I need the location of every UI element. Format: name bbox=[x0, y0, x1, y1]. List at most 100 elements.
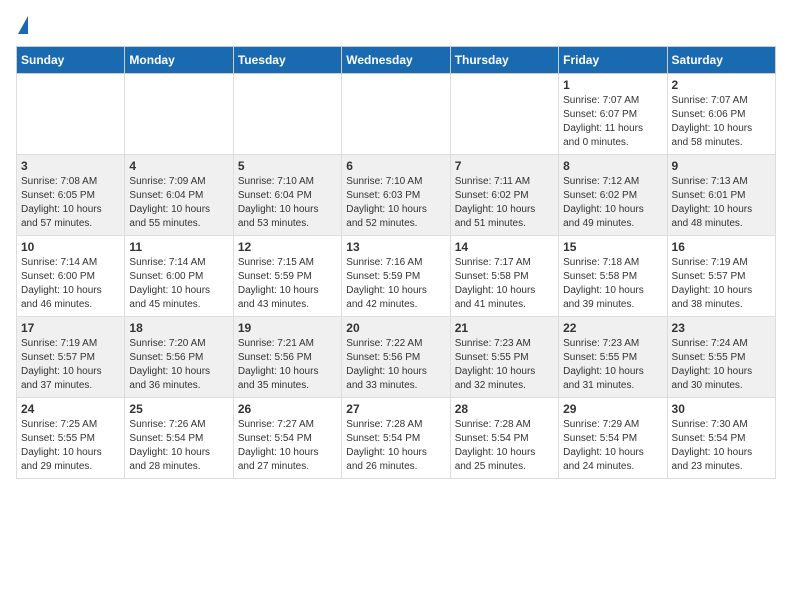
calendar-cell: 3 Sunrise: 7:08 AM Sunset: 6:05 PM Daylig… bbox=[17, 155, 125, 236]
weekday-header-cell: Thursday bbox=[450, 47, 558, 74]
calendar-cell: 9 Sunrise: 7:13 AM Sunset: 6:01 PM Daylig… bbox=[667, 155, 775, 236]
page-header bbox=[16, 16, 776, 34]
calendar-cell: 22 Sunrise: 7:23 AM Sunset: 5:55 PM Dayli… bbox=[559, 317, 667, 398]
day-info: Sunrise: 7:24 AM Sunset: 5:55 PM Dayligh… bbox=[672, 337, 771, 393]
calendar-cell: 8Sunrise: 7:12 AM Sunset: 6:02 PM Daylig… bbox=[559, 155, 667, 236]
weekday-header-cell: Friday bbox=[559, 47, 667, 74]
day-number: 18 bbox=[129, 321, 228, 335]
day-number: 22 bbox=[563, 321, 662, 335]
day-info: Sunrise: 7:10 AM Sunset: 6:04 PM Dayligh… bbox=[238, 175, 337, 231]
calendar-body: 1 Sunrise: 7:07 AM Sunset: 6:07 PM Daylig… bbox=[17, 74, 776, 479]
day-number: 29 bbox=[563, 402, 662, 416]
day-number: 16 bbox=[672, 240, 771, 254]
calendar-cell: 2 Sunrise: 7:07 AM Sunset: 6:06 PM Daylig… bbox=[667, 74, 775, 155]
calendar-cell bbox=[342, 74, 450, 155]
calendar-cell bbox=[233, 74, 341, 155]
day-number: 11 bbox=[129, 240, 228, 254]
day-info: Sunrise: 7:28 AM Sunset: 5:54 PM Dayligh… bbox=[346, 418, 445, 474]
calendar-cell: 4 Sunrise: 7:09 AM Sunset: 6:04 PM Daylig… bbox=[125, 155, 233, 236]
day-number: 19 bbox=[238, 321, 337, 335]
calendar-cell bbox=[125, 74, 233, 155]
calendar-week-row: 24Sunrise: 7:25 AM Sunset: 5:55 PM Dayli… bbox=[17, 398, 776, 479]
calendar-week-row: 17 Sunrise: 7:19 AM Sunset: 5:57 PM Dayli… bbox=[17, 317, 776, 398]
calendar-cell bbox=[17, 74, 125, 155]
day-info: Sunrise: 7:22 AM Sunset: 5:56 PM Dayligh… bbox=[346, 337, 445, 393]
day-number: 23 bbox=[672, 321, 771, 335]
calendar-cell: 20Sunrise: 7:22 AM Sunset: 5:56 PM Dayli… bbox=[342, 317, 450, 398]
calendar-cell: 10Sunrise: 7:14 AM Sunset: 6:00 PM Dayli… bbox=[17, 236, 125, 317]
day-number: 17 bbox=[21, 321, 120, 335]
day-number: 12 bbox=[238, 240, 337, 254]
calendar-cell: 17 Sunrise: 7:19 AM Sunset: 5:57 PM Dayli… bbox=[17, 317, 125, 398]
calendar-cell: 21Sunrise: 7:23 AM Sunset: 5:55 PM Dayli… bbox=[450, 317, 558, 398]
calendar-cell: 7 Sunrise: 7:11 AM Sunset: 6:02 PM Daylig… bbox=[450, 155, 558, 236]
day-info: Sunrise: 7:11 AM Sunset: 6:02 PM Dayligh… bbox=[455, 175, 554, 231]
day-info: Sunrise: 7:14 AM Sunset: 6:00 PM Dayligh… bbox=[129, 256, 228, 312]
calendar-cell: 30 Sunrise: 7:30 AM Sunset: 5:54 PM Dayli… bbox=[667, 398, 775, 479]
day-info: Sunrise: 7:07 AM Sunset: 6:06 PM Dayligh… bbox=[672, 94, 771, 150]
day-number: 2 bbox=[672, 78, 771, 92]
day-number: 24 bbox=[21, 402, 120, 416]
day-number: 27 bbox=[346, 402, 445, 416]
calendar-cell: 24Sunrise: 7:25 AM Sunset: 5:55 PM Dayli… bbox=[17, 398, 125, 479]
day-info: Sunrise: 7:20 AM Sunset: 5:56 PM Dayligh… bbox=[129, 337, 228, 393]
calendar-cell: 12 Sunrise: 7:15 AM Sunset: 5:59 PM Dayli… bbox=[233, 236, 341, 317]
calendar-cell: 13 Sunrise: 7:16 AM Sunset: 5:59 PM Dayli… bbox=[342, 236, 450, 317]
day-info: Sunrise: 7:14 AM Sunset: 6:00 PM Dayligh… bbox=[21, 256, 120, 312]
day-info: Sunrise: 7:07 AM Sunset: 6:07 PM Dayligh… bbox=[563, 94, 662, 150]
day-info: Sunrise: 7:08 AM Sunset: 6:05 PM Dayligh… bbox=[21, 175, 120, 231]
day-info: Sunrise: 7:19 AM Sunset: 5:57 PM Dayligh… bbox=[672, 256, 771, 312]
day-number: 7 bbox=[455, 159, 554, 173]
calendar-cell: 28Sunrise: 7:28 AM Sunset: 5:54 PM Dayli… bbox=[450, 398, 558, 479]
day-number: 9 bbox=[672, 159, 771, 173]
calendar-table: SundayMondayTuesdayWednesdayThursdayFrid… bbox=[16, 46, 776, 479]
day-info: Sunrise: 7:23 AM Sunset: 5:55 PM Dayligh… bbox=[563, 337, 662, 393]
day-info: Sunrise: 7:09 AM Sunset: 6:04 PM Dayligh… bbox=[129, 175, 228, 231]
day-number: 1 bbox=[563, 78, 662, 92]
day-number: 21 bbox=[455, 321, 554, 335]
calendar-week-row: 10Sunrise: 7:14 AM Sunset: 6:00 PM Dayli… bbox=[17, 236, 776, 317]
calendar-cell: 1 Sunrise: 7:07 AM Sunset: 6:07 PM Daylig… bbox=[559, 74, 667, 155]
calendar-week-row: 1 Sunrise: 7:07 AM Sunset: 6:07 PM Daylig… bbox=[17, 74, 776, 155]
day-info: Sunrise: 7:15 AM Sunset: 5:59 PM Dayligh… bbox=[238, 256, 337, 312]
weekday-header-row: SundayMondayTuesdayWednesdayThursdayFrid… bbox=[17, 47, 776, 74]
day-info: Sunrise: 7:26 AM Sunset: 5:54 PM Dayligh… bbox=[129, 418, 228, 474]
day-info: Sunrise: 7:13 AM Sunset: 6:01 PM Dayligh… bbox=[672, 175, 771, 231]
day-info: Sunrise: 7:16 AM Sunset: 5:59 PM Dayligh… bbox=[346, 256, 445, 312]
day-info: Sunrise: 7:18 AM Sunset: 5:58 PM Dayligh… bbox=[563, 256, 662, 312]
calendar-cell: 18 Sunrise: 7:20 AM Sunset: 5:56 PM Dayli… bbox=[125, 317, 233, 398]
calendar-cell: 23 Sunrise: 7:24 AM Sunset: 5:55 PM Dayli… bbox=[667, 317, 775, 398]
day-number: 30 bbox=[672, 402, 771, 416]
day-number: 6 bbox=[346, 159, 445, 173]
calendar-cell: 19 Sunrise: 7:21 AM Sunset: 5:56 PM Dayli… bbox=[233, 317, 341, 398]
day-number: 3 bbox=[21, 159, 120, 173]
calendar-cell: 6 Sunrise: 7:10 AM Sunset: 6:03 PM Daylig… bbox=[342, 155, 450, 236]
day-info: Sunrise: 7:29 AM Sunset: 5:54 PM Dayligh… bbox=[563, 418, 662, 474]
day-info: Sunrise: 7:28 AM Sunset: 5:54 PM Dayligh… bbox=[455, 418, 554, 474]
calendar-cell: 29 Sunrise: 7:29 AM Sunset: 5:54 PM Dayli… bbox=[559, 398, 667, 479]
calendar-cell: 14 Sunrise: 7:17 AM Sunset: 5:58 PM Dayli… bbox=[450, 236, 558, 317]
calendar-week-row: 3 Sunrise: 7:08 AM Sunset: 6:05 PM Daylig… bbox=[17, 155, 776, 236]
calendar-cell: 15Sunrise: 7:18 AM Sunset: 5:58 PM Dayli… bbox=[559, 236, 667, 317]
calendar-cell bbox=[450, 74, 558, 155]
calendar-cell: 16 Sunrise: 7:19 AM Sunset: 5:57 PM Dayli… bbox=[667, 236, 775, 317]
logo-triangle-icon bbox=[18, 16, 28, 34]
day-number: 8 bbox=[563, 159, 662, 173]
weekday-header-cell: Sunday bbox=[17, 47, 125, 74]
day-number: 13 bbox=[346, 240, 445, 254]
calendar-cell: 5 Sunrise: 7:10 AM Sunset: 6:04 PM Daylig… bbox=[233, 155, 341, 236]
day-info: Sunrise: 7:21 AM Sunset: 5:56 PM Dayligh… bbox=[238, 337, 337, 393]
day-number: 5 bbox=[238, 159, 337, 173]
day-number: 14 bbox=[455, 240, 554, 254]
day-info: Sunrise: 7:30 AM Sunset: 5:54 PM Dayligh… bbox=[672, 418, 771, 474]
day-info: Sunrise: 7:19 AM Sunset: 5:57 PM Dayligh… bbox=[21, 337, 120, 393]
calendar-cell: 25Sunrise: 7:26 AM Sunset: 5:54 PM Dayli… bbox=[125, 398, 233, 479]
day-number: 4 bbox=[129, 159, 228, 173]
calendar-cell: 11 Sunrise: 7:14 AM Sunset: 6:00 PM Dayli… bbox=[125, 236, 233, 317]
day-info: Sunrise: 7:17 AM Sunset: 5:58 PM Dayligh… bbox=[455, 256, 554, 312]
weekday-header-cell: Wednesday bbox=[342, 47, 450, 74]
logo bbox=[16, 16, 28, 34]
day-number: 26 bbox=[238, 402, 337, 416]
day-info: Sunrise: 7:10 AM Sunset: 6:03 PM Dayligh… bbox=[346, 175, 445, 231]
day-info: Sunrise: 7:27 AM Sunset: 5:54 PM Dayligh… bbox=[238, 418, 337, 474]
